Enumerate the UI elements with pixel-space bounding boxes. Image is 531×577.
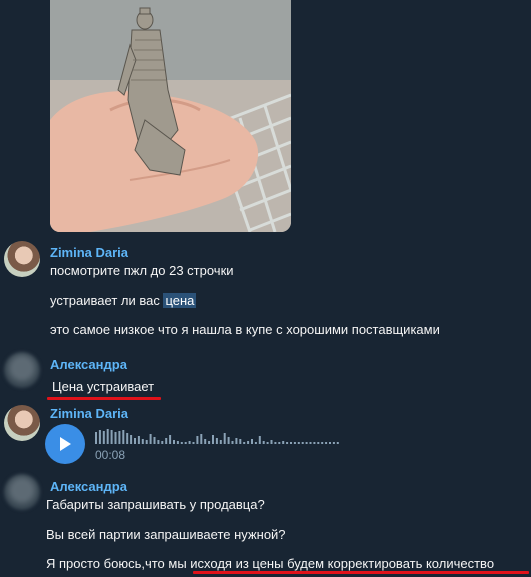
figurine-photo: [50, 0, 291, 232]
red-underline: [193, 571, 529, 574]
avatar[interactable]: [4, 352, 40, 388]
highlighted-word: цена: [163, 293, 197, 308]
message-text: это самое низкое что я нашла в купе с хо…: [50, 322, 440, 337]
sender-name[interactable]: Zimina Daria: [50, 406, 128, 421]
message-text: Цена устраивает: [52, 379, 155, 394]
message-text: устраивает ли вас цена: [50, 293, 197, 308]
message-text: Я просто боюсь,что мы исходя из цены буд…: [46, 556, 495, 571]
sender-name[interactable]: Zimina Daria: [50, 245, 128, 260]
message-text: Вы всей партии запрашиваете нужной?: [46, 527, 286, 542]
sender-name[interactable]: Александра: [50, 357, 127, 372]
photo-attachment[interactable]: [50, 0, 291, 232]
red-underline: [47, 397, 161, 400]
avatar[interactable]: [4, 474, 40, 510]
play-button[interactable]: [45, 424, 85, 464]
play-icon: [60, 437, 71, 451]
voice-duration: 00:08: [95, 448, 126, 462]
message-text-part: устраивает ли вас: [50, 293, 164, 308]
sender-name[interactable]: Александра: [50, 479, 127, 494]
voice-waveform[interactable]: [95, 428, 345, 444]
message-text: посмотрите пжл до 23 строчки: [50, 263, 234, 278]
avatar[interactable]: [4, 405, 40, 441]
avatar[interactable]: [4, 241, 40, 277]
message-text: Габариты запрашивать у продавца?: [46, 497, 265, 512]
